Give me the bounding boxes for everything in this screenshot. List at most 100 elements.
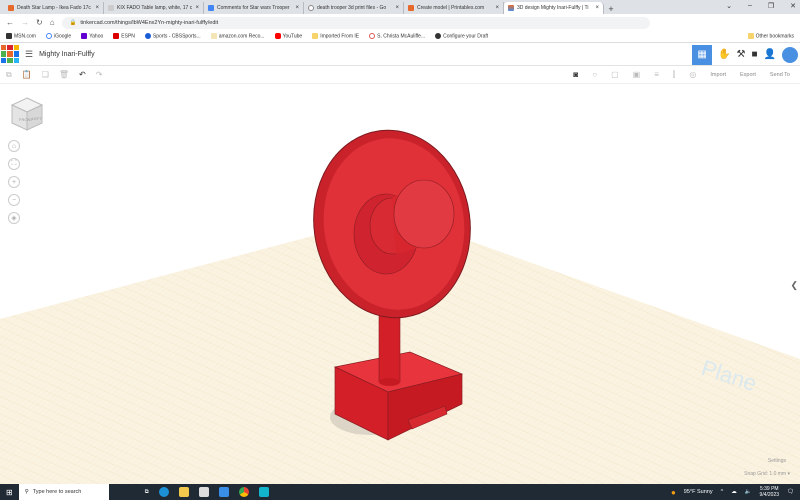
- clock[interactable]: 5:39 PM 9/4/2023: [760, 486, 779, 498]
- edit-toolbar: ⧉ 📋 ❏ 🗑 ↶ ↷ ◙ ○ ▢ ▣ ≡ ⫿ ◎ Import Export …: [0, 66, 800, 84]
- svg-text:LEFT: LEFT: [32, 116, 42, 121]
- mirror-icon[interactable]: ⫿: [673, 70, 676, 80]
- weather[interactable]: 95°F Sunny: [684, 489, 713, 495]
- copy-icon[interactable]: ⧉: [6, 70, 12, 80]
- zoom-in-icon[interactable]: +: [8, 176, 20, 188]
- close-tab-icon[interactable]: ×: [495, 5, 499, 11]
- favicon-icon: [208, 5, 214, 11]
- bookmark[interactable]: YouTube: [274, 33, 302, 40]
- address-bar-row: ← → ↻ ⌂ 🔒 tinkercad.com/things/lbW4Enx2Yn…: [0, 14, 800, 31]
- google-icon: [308, 5, 314, 11]
- close-tab-icon[interactable]: ×: [395, 5, 399, 11]
- forward-icon[interactable]: →: [21, 18, 29, 27]
- avatar[interactable]: [782, 46, 798, 63]
- maximize-icon[interactable]: ❐: [768, 2, 774, 10]
- notes-icon[interactable]: ◙: [573, 70, 578, 79]
- favicon-icon: [8, 5, 14, 11]
- back-icon[interactable]: ←: [6, 18, 14, 27]
- other-bookmarks[interactable]: Other bookmarks: [747, 33, 794, 40]
- close-tab-icon[interactable]: ×: [295, 5, 299, 11]
- design-list-icon[interactable]: ☰: [25, 49, 33, 60]
- tab-search-icon[interactable]: ⌄: [726, 2, 732, 10]
- redo-icon[interactable]: ↷: [96, 70, 103, 79]
- bookmark[interactable]: Sports - CBSSports...: [144, 33, 201, 40]
- bookmark[interactable]: Yahoo: [81, 33, 103, 40]
- workplane-scene: Plane: [0, 129, 800, 484]
- lock-icon: 🔒: [69, 19, 77, 26]
- bookmark[interactable]: iGoogle: [45, 33, 71, 40]
- perspective-icon[interactable]: ◈: [8, 212, 20, 224]
- bricks-icon[interactable]: ⚒: [737, 49, 746, 60]
- add-user-icon[interactable]: 👤: [764, 49, 776, 60]
- duplicate-icon[interactable]: ❏: [42, 70, 49, 79]
- 3d-view-grid-button[interactable]: ▦: [692, 44, 713, 65]
- bookmark[interactable]: MSN.com: [6, 33, 36, 40]
- edge-icon[interactable]: [158, 487, 169, 497]
- file-explorer-icon[interactable]: [178, 487, 189, 497]
- snap-grid[interactable]: Snap Grid: 1.0 mm ▾: [744, 471, 790, 477]
- fit-view-icon[interactable]: ⛶: [8, 158, 20, 170]
- taskbar-search-input[interactable]: ⚲ Type here to search: [18, 484, 109, 500]
- workplane-canvas[interactable]: Plane FRONT LEFT ⌂ ⛶ + − ◈ ❮ Settings Sn…: [0, 84, 800, 484]
- delete-icon[interactable]: 🗑: [59, 70, 69, 79]
- home-view-icon[interactable]: ⌂: [8, 140, 20, 152]
- bookmark[interactable]: ESPN: [113, 33, 135, 40]
- browser-tab[interactable]: Create model | Printables.com ×: [404, 2, 504, 14]
- weather-icon: ●: [670, 487, 676, 497]
- task-view-icon[interactable]: ⧉: [145, 489, 149, 496]
- bookmark[interactable]: Configure your Draft: [435, 33, 488, 40]
- tinkercad-app-icon[interactable]: [258, 487, 269, 497]
- blocks-icon[interactable]: ✋: [718, 49, 730, 60]
- windows-start-icon[interactable]: ⊞: [6, 488, 13, 497]
- browser-tab-active[interactable]: 3D design Mighty Inari-Fulffy | Ti ×: [504, 2, 604, 14]
- send-to-button[interactable]: Send To: [770, 72, 790, 78]
- close-tab-icon[interactable]: ×: [195, 5, 199, 11]
- collapse-panel-icon[interactable]: ❮: [790, 280, 798, 291]
- import-button[interactable]: Import: [710, 72, 726, 78]
- chrome-icon[interactable]: [238, 487, 249, 497]
- browser-tab[interactable]: death trooper 3d print files - Go ×: [304, 2, 404, 14]
- browser-tab[interactable]: Death Star Lamp - Ikea Fado 17c ×: [4, 2, 104, 14]
- cruise-icon[interactable]: ◎: [689, 70, 696, 79]
- mail-icon[interactable]: [218, 487, 229, 497]
- close-tab-icon[interactable]: ×: [95, 5, 99, 11]
- export-button[interactable]: Export: [740, 72, 756, 78]
- bookmark[interactable]: amazon.com Reco...: [210, 33, 265, 40]
- settings-button[interactable]: Settings: [768, 458, 786, 464]
- browser-tab[interactable]: KIX FADO Table lamp, white, 17 cm ×: [104, 2, 204, 14]
- windows-taskbar: ⊞ ⚲ Type here to search ⧉ ● 95°F Sunny ^ …: [0, 484, 800, 500]
- browser-tab-bar: Death Star Lamp - Ikea Fado 17c × KIX FAD…: [0, 0, 800, 14]
- bookmark[interactable]: S. Christa McAuliffe...: [369, 33, 425, 40]
- group-icon[interactable]: ▢: [611, 70, 619, 79]
- minimize-icon[interactable]: –: [748, 2, 752, 10]
- snap-grid-select[interactable]: 1.0 mm: [769, 471, 786, 477]
- close-tab-icon[interactable]: ×: [595, 5, 599, 11]
- light-icon[interactable]: ○: [592, 70, 597, 79]
- browser-tab[interactable]: Comments for Star wars Trooper ×: [204, 2, 304, 14]
- new-tab-button[interactable]: +: [604, 4, 618, 14]
- tinkercad-favicon-icon: [508, 5, 514, 11]
- ungroup-icon[interactable]: ▣: [633, 70, 641, 79]
- favicon-icon: [108, 5, 114, 11]
- design-title[interactable]: Mighty Inari-Fulffy: [39, 51, 95, 58]
- tray-overflow-icon[interactable]: ^: [721, 489, 724, 495]
- store-icon[interactable]: [198, 487, 209, 497]
- paste-icon[interactable]: 📋: [22, 70, 32, 79]
- network-icon[interactable]: ☁: [731, 489, 737, 495]
- reload-icon[interactable]: ↻: [36, 18, 43, 27]
- url-input[interactable]: 🔒 tinkercad.com/things/lbW4Enx2Yn-mighty-…: [61, 16, 650, 29]
- bookmark[interactable]: Imported From IE: [312, 33, 359, 40]
- tinkercad-header: ☰ Mighty Inari-Fulffy ▦ ✋ ⚒ ■ 👤: [0, 43, 800, 66]
- tinkercad-logo[interactable]: [1, 45, 19, 63]
- align-icon[interactable]: ≡: [654, 70, 659, 79]
- bookmarks-bar: MSN.com iGoogle Yahoo ESPN Sports - CBSS…: [0, 31, 800, 43]
- home-icon[interactable]: ⌂: [50, 18, 55, 27]
- view-cube[interactable]: FRONT LEFT: [10, 96, 44, 134]
- undo-icon[interactable]: ↶: [79, 70, 86, 79]
- sim-lab-icon[interactable]: ■: [752, 49, 758, 60]
- zoom-out-icon[interactable]: −: [8, 194, 20, 206]
- notifications-icon[interactable]: 🗨: [787, 489, 794, 495]
- volume-icon[interactable]: 🔈: [745, 489, 752, 495]
- close-window-icon[interactable]: ✕: [790, 2, 796, 10]
- favicon-icon: [408, 5, 414, 11]
